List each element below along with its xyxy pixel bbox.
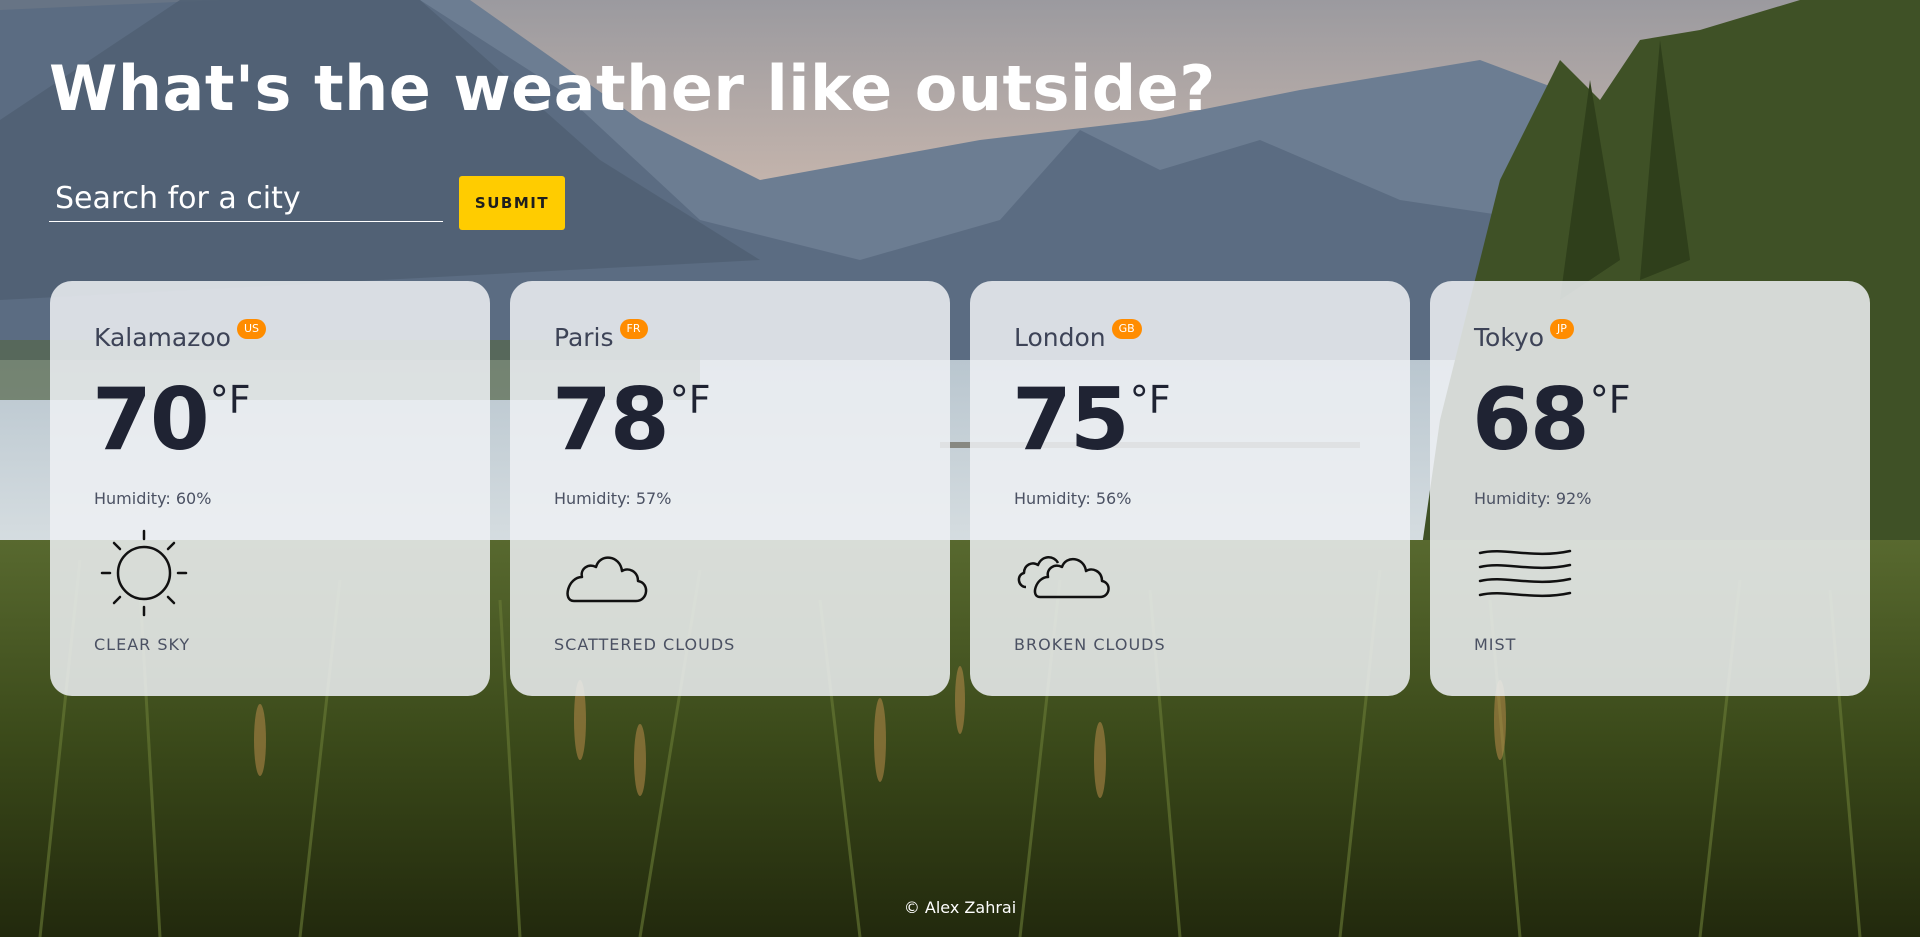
weather-card-tokyo: Tokyo JP 68°F Humidity: 92% MIST xyxy=(1430,281,1870,696)
weather-description: MIST xyxy=(1474,635,1517,654)
weather-description: SCATTERED CLOUDS xyxy=(554,635,736,654)
search-input[interactable] xyxy=(49,176,443,222)
city-name: Kalamazoo xyxy=(94,323,231,352)
mist-icon xyxy=(1474,525,1574,625)
temperature-unit: °F xyxy=(1589,378,1631,422)
humidity-text: Humidity: 92% xyxy=(1474,489,1592,508)
temperature-unit: °F xyxy=(1129,378,1171,422)
temperature-value: 68 xyxy=(1472,370,1590,470)
temperature-unit: °F xyxy=(209,378,251,422)
temperature-value: 75 xyxy=(1012,370,1130,470)
weather-description: CLEAR SKY xyxy=(94,635,191,654)
weather-card-kalamazoo: Kalamazoo US 70°F Humidity: 60% CLEAR SK… xyxy=(50,281,490,696)
page-title: What's the weather like outside? xyxy=(49,52,1216,125)
humidity-text: Humidity: 56% xyxy=(1014,489,1132,508)
temperature-value: 78 xyxy=(552,370,670,470)
country-badge: GB xyxy=(1111,319,1142,339)
sun-icon xyxy=(94,525,194,625)
weather-cards: Kalamazoo US 70°F Humidity: 60% CLEAR SK… xyxy=(50,281,1870,696)
humidity-text: Humidity: 57% xyxy=(554,489,672,508)
weather-description: BROKEN CLOUDS xyxy=(1014,635,1166,654)
clouds-icon xyxy=(1014,525,1114,625)
cloud-icon xyxy=(554,525,654,625)
country-badge: JP xyxy=(1550,319,1574,339)
temperature-value: 70 xyxy=(92,370,210,470)
country-badge: FR xyxy=(619,319,648,339)
submit-button[interactable]: SUBMIT xyxy=(459,176,565,230)
footer-copyright: © Alex Zahrai xyxy=(903,898,1017,917)
city-name: Paris xyxy=(554,323,614,352)
weather-card-london: London GB 75°F Humidity: 56% BROKEN CLOUD… xyxy=(970,281,1410,696)
humidity-text: Humidity: 60% xyxy=(94,489,212,508)
temperature-unit: °F xyxy=(669,378,711,422)
city-name: London xyxy=(1014,323,1106,352)
weather-card-paris: Paris FR 78°F Humidity: 57% SCATTERED CLO… xyxy=(510,281,950,696)
country-badge: US xyxy=(236,319,266,339)
city-name: Tokyo xyxy=(1474,323,1544,352)
